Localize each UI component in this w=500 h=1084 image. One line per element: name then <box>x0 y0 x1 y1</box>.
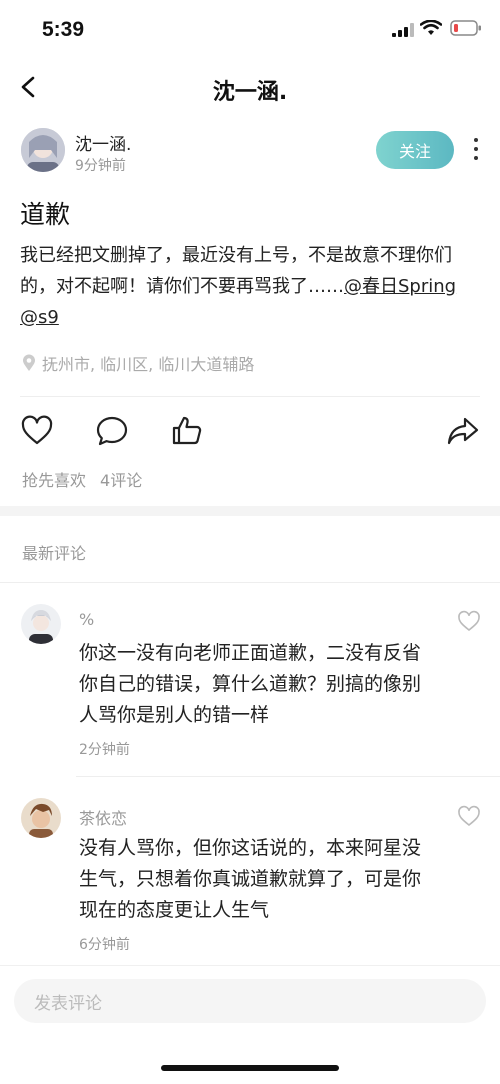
location-text: 抚州市, 临川区, 临川大道辅路 <box>42 355 255 374</box>
comments-section-title: 最新评论 <box>22 544 87 563</box>
mention-link[interactable]: @春日Spring <box>344 276 456 297</box>
section-separator <box>0 506 500 516</box>
likes-label: 抢先喜欢 <box>22 471 87 490</box>
more-button[interactable] <box>468 138 484 164</box>
mention-link[interactable]: @s9 <box>20 307 59 328</box>
heart-icon <box>458 805 480 827</box>
comment-avatar[interactable] <box>21 798 61 838</box>
comment-avatar[interactable] <box>21 604 61 644</box>
comment-like-button[interactable] <box>457 610 481 632</box>
comment-text: 你这一没有向老师正面道歉，二没有反省你自己的错误，算什么道歉？别搞的像别人骂你是… <box>79 642 422 726</box>
author-avatar[interactable] <box>21 128 65 172</box>
comment-author[interactable]: 茶依恋 <box>79 805 127 829</box>
share-button[interactable] <box>446 414 480 448</box>
comment-time: 6分钟前 <box>79 937 130 953</box>
comment-text: 没有人骂你，但你这话说的，本来阿星没生气，只想着你真诚道歉就算了，可是你现在的态… <box>79 837 422 921</box>
share-icon <box>447 417 479 445</box>
thumbs-up-icon <box>172 416 202 445</box>
heart-icon <box>458 610 480 632</box>
follow-button[interactable]: 关注 <box>376 131 454 169</box>
comment-button[interactable] <box>95 414 129 448</box>
author-name[interactable]: 沈一涵. <box>75 130 131 155</box>
divider <box>76 776 500 777</box>
location-tag[interactable]: 抚州市, 临川区, 临川大道辅路 <box>22 351 254 375</box>
comment-like-button[interactable] <box>457 805 481 827</box>
post-stats: 抢先喜欢 4评论 <box>22 467 142 491</box>
post-body: 我已经把文删掉了，最近没有上号，不是故意不理你们的，对不起啊！请你们不要再骂我了… <box>20 240 482 333</box>
like-button[interactable] <box>20 414 54 448</box>
comments-count: 4评论 <box>100 471 143 490</box>
location-icon <box>23 354 35 371</box>
post-title: 道歉 <box>20 200 71 229</box>
more-icon <box>468 138 484 160</box>
comment-icon <box>96 416 128 446</box>
divider <box>0 582 500 583</box>
wifi-icon <box>419 19 443 40</box>
home-indicator[interactable] <box>161 1065 339 1071</box>
battery-icon <box>450 20 482 40</box>
heart-icon <box>21 415 53 445</box>
comment-input-placeholder: 发表评论 <box>34 993 102 1014</box>
post-time: 9分钟前 <box>75 158 126 174</box>
comment-time: 2分钟前 <box>79 742 130 758</box>
comment-author[interactable]: % <box>79 610 94 629</box>
signal-icon <box>392 22 414 41</box>
page-title: 沈一涵. <box>212 80 288 105</box>
divider <box>20 396 480 397</box>
thumbs-up-button[interactable] <box>170 414 204 448</box>
comment-input[interactable]: 发表评论 <box>14 979 486 1023</box>
status-time: 5:39 <box>42 18 85 41</box>
